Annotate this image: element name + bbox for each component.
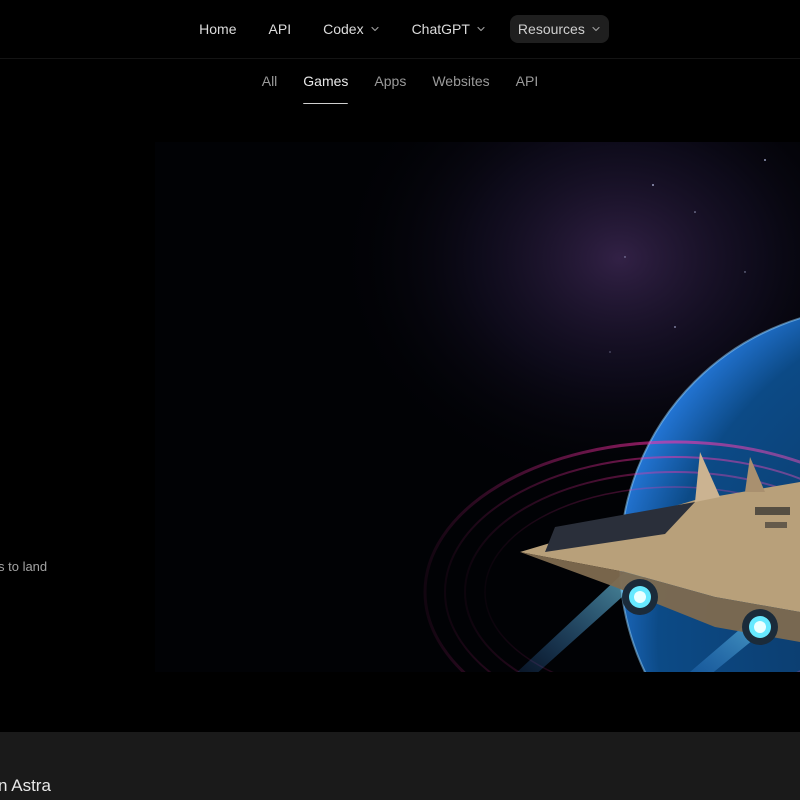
- category-tabs: All Games Apps Websites API: [0, 58, 800, 105]
- chevron-down-icon: [477, 26, 485, 32]
- nav-api[interactable]: API: [261, 15, 300, 43]
- nav-api-label: API: [268, 21, 292, 37]
- hero-image[interactable]: [155, 142, 800, 732]
- nav-resources[interactable]: Resources: [509, 15, 609, 43]
- tab-websites[interactable]: Websites: [432, 65, 489, 97]
- card-title: n Astra: [0, 776, 51, 795]
- nav-chatgpt-label: ChatGPT: [411, 21, 470, 37]
- chevron-down-icon: [592, 26, 600, 32]
- tab-all[interactable]: All: [262, 65, 278, 97]
- nav-home-label: Home: [199, 21, 237, 37]
- tab-api[interactable]: API: [516, 65, 539, 97]
- nav-codex[interactable]: Codex: [315, 15, 387, 43]
- nav-resources-label: Resources: [517, 21, 585, 37]
- top-navigation: Home API Codex ChatGPT Resources: [0, 0, 800, 59]
- spaceship-orbit-illustration-icon: [155, 142, 800, 732]
- nav-home[interactable]: Home: [191, 15, 244, 43]
- card-strip: n Astra: [0, 732, 800, 800]
- hero-section: s to land: [0, 104, 800, 732]
- page: Home API Codex ChatGPT Resources All Gam…: [0, 0, 800, 800]
- tab-games[interactable]: Games: [303, 65, 349, 105]
- hero-description: s to land: [0, 559, 48, 574]
- chevron-down-icon: [370, 26, 379, 32]
- tab-apps[interactable]: Apps: [374, 65, 406, 97]
- nav-chatgpt[interactable]: ChatGPT: [404, 15, 494, 43]
- nav-codex-label: Codex: [323, 21, 364, 37]
